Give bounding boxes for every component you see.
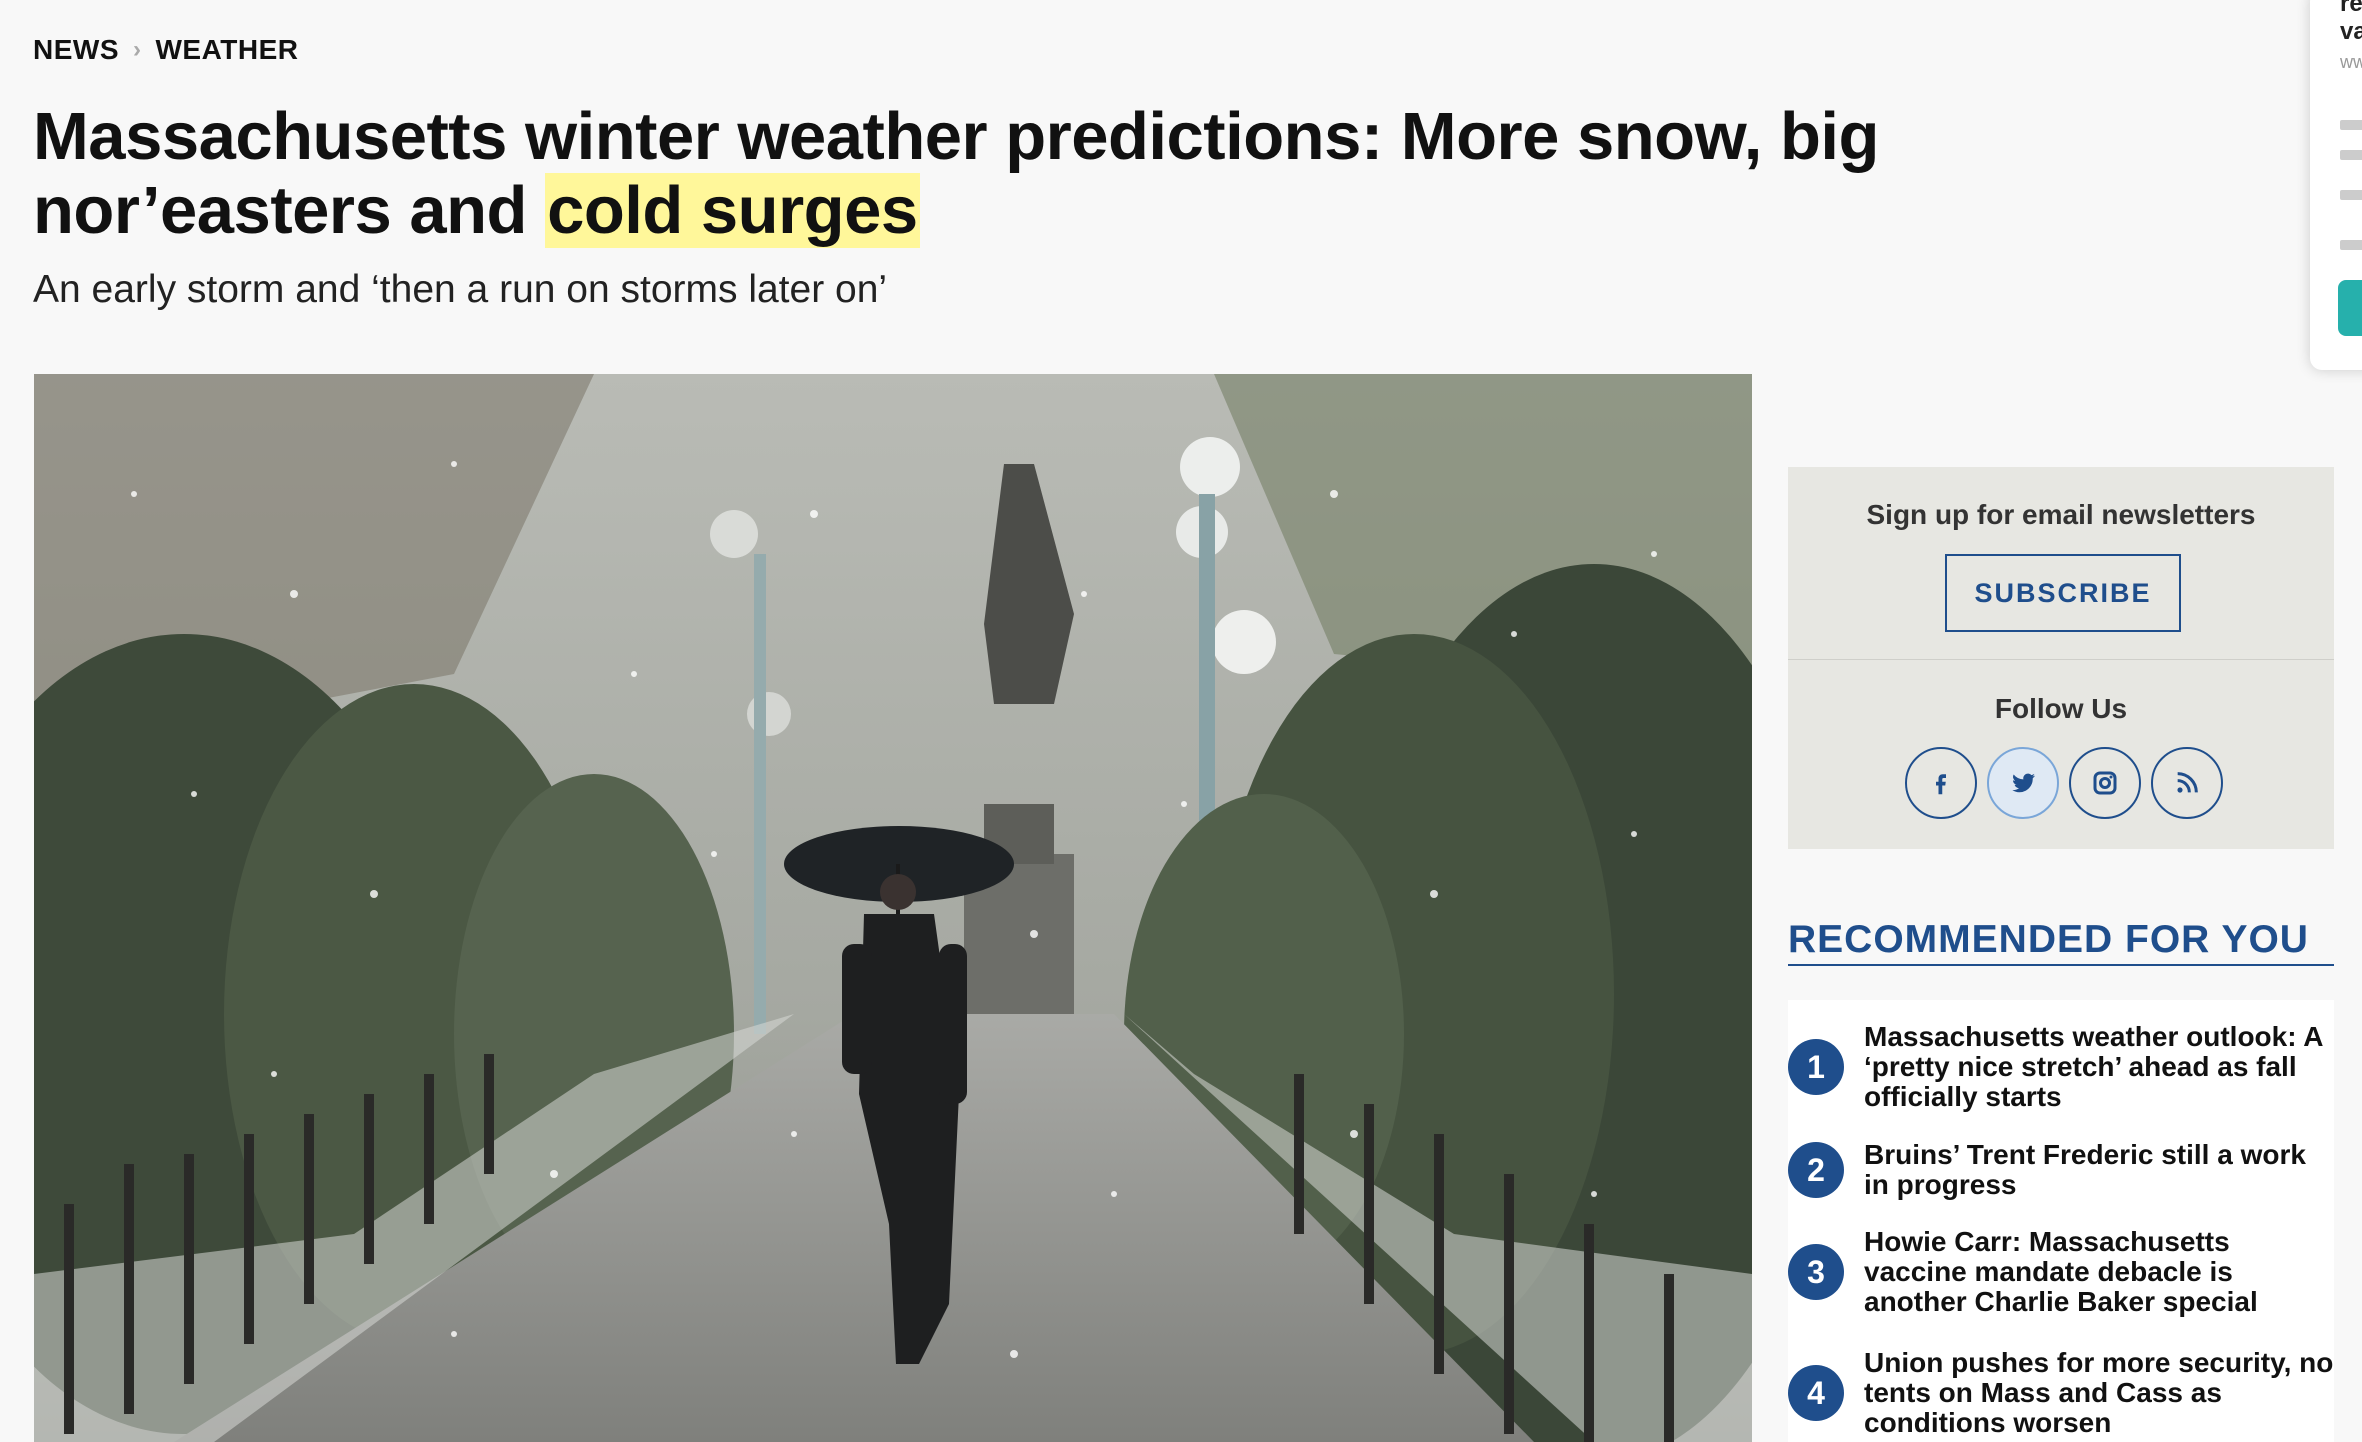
social-links	[1905, 747, 2223, 819]
twitter-icon[interactable]	[1987, 747, 2059, 819]
panel-divider	[1788, 659, 2334, 660]
recommended-item-text: Howie Carr: Massachusetts vaccine mandat…	[1864, 1226, 2258, 1317]
newsletter-title: Sign up for email newsletters	[1866, 499, 2256, 530]
facebook-icon[interactable]	[1905, 747, 1977, 819]
popup-text-placeholder	[2340, 190, 2362, 200]
headline-main-text: Massachusetts winter weather predictions…	[33, 99, 1879, 248]
breadcrumb-weather-link[interactable]: WEATHER	[156, 34, 299, 66]
article-headline: Massachusetts winter weather predictions…	[33, 100, 2233, 248]
chevron-right-icon: ›	[133, 36, 142, 63]
newsletter-panel: Sign up for email newsletters SUBSCRIBE …	[1788, 467, 2334, 849]
popup-line-2: va	[2340, 18, 2362, 45]
notification-popup[interactable]: re va ww	[2310, 0, 2362, 370]
breadcrumb: NEWS › WEATHER	[33, 34, 298, 66]
recommended-item-3[interactable]: 3 Howie Carr: Massachusetts vaccine mand…	[1788, 1227, 2334, 1317]
subscribe-button[interactable]: SUBSCRIBE	[1945, 554, 2181, 632]
breadcrumb-news-link[interactable]: NEWS	[33, 34, 119, 66]
rank-badge: 3	[1788, 1244, 1844, 1300]
recommended-item-text: Union pushes for more security, no tents…	[1864, 1347, 2334, 1438]
recommended-item-text: Massachusetts weather outlook: A ‘pretty…	[1864, 1021, 2323, 1112]
recommended-item-4[interactable]: 4 Union pushes for more security, no ten…	[1788, 1348, 2334, 1438]
popup-text-placeholder	[2340, 150, 2362, 160]
popup-text-placeholder	[2340, 240, 2362, 250]
rank-badge: 4	[1788, 1365, 1844, 1421]
popup-line-1: re	[2340, 0, 2362, 17]
recommended-item-1[interactable]: 1 Massachusetts weather outlook: A ‘pret…	[1788, 1022, 2334, 1112]
rss-icon[interactable]	[2151, 747, 2223, 819]
recommended-item-text: Bruins’ Trent Frederic still a work in p…	[1864, 1139, 2306, 1200]
recommended-title: RECOMMENDED FOR YOU	[1788, 918, 2334, 966]
article-subhead: An early storm and ‘then a run on storms…	[33, 268, 888, 311]
rank-badge: 1	[1788, 1039, 1844, 1095]
popup-action-button[interactable]	[2338, 280, 2362, 336]
popup-text-placeholder	[2340, 120, 2362, 130]
follow-us-title: Follow Us	[1994, 693, 2128, 724]
popup-url: ww	[2340, 52, 2362, 72]
recommended-item-2[interactable]: 2 Bruins’ Trent Frederic still a work in…	[1788, 1140, 2334, 1200]
recommended-list: 1 Massachusetts weather outlook: A ‘pret…	[1788, 1000, 2334, 1442]
headline-highlight-text: cold surges	[545, 173, 920, 248]
instagram-icon[interactable]	[2069, 747, 2141, 819]
hero-photo-graphic	[34, 374, 1752, 1442]
rank-badge: 2	[1788, 1142, 1844, 1198]
hero-image[interactable]	[34, 374, 1752, 1442]
